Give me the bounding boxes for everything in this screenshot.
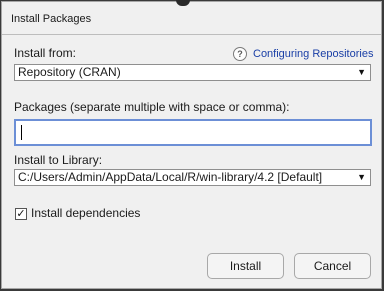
text-caret xyxy=(21,125,22,140)
install-to-library-label: Install to Library: xyxy=(14,153,103,167)
configuring-repositories-link[interactable]: Configuring Repositories xyxy=(253,48,373,60)
install-dependencies-checkbox[interactable]: ✓ xyxy=(15,208,27,220)
help-group: ? Configuring Repositories xyxy=(233,47,373,61)
chevron-down-icon: ▼ xyxy=(357,172,366,182)
install-from-select[interactable]: Repository (CRAN) ▼ xyxy=(14,64,371,81)
install-packages-dialog: Install Packages Install from: ? Configu… xyxy=(1,1,382,289)
packages-label: Packages (separate multiple with space o… xyxy=(14,100,290,114)
cancel-button[interactable]: Cancel xyxy=(294,253,371,279)
title-bar: Install Packages xyxy=(2,2,381,35)
library-select[interactable]: C:/Users/Admin/AppData/Local/R/win-libra… xyxy=(14,169,371,186)
packages-input[interactable] xyxy=(14,119,372,146)
install-button[interactable]: Install xyxy=(207,253,284,279)
dialog-title: Install Packages xyxy=(11,13,92,25)
install-from-label: Install from: xyxy=(14,46,77,60)
install-dependencies-label[interactable]: Install dependencies xyxy=(31,206,140,220)
chevron-down-icon: ▼ xyxy=(357,67,366,77)
library-value: C:/Users/Admin/AppData/Local/R/win-libra… xyxy=(18,170,323,184)
help-icon[interactable]: ? xyxy=(233,47,247,61)
check-icon: ✓ xyxy=(16,208,26,220)
install-from-value: Repository (CRAN) xyxy=(18,65,121,79)
